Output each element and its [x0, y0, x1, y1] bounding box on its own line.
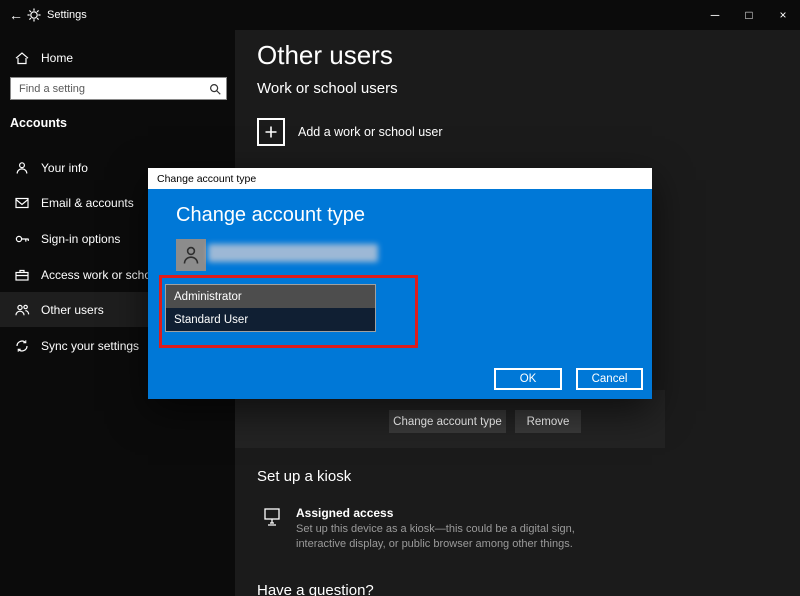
- assigned-access-description: Set up this device as a kiosk—this could…: [296, 522, 614, 552]
- sidebar-item-label: Other users: [41, 303, 104, 317]
- change-account-type-button[interactable]: Change account type: [389, 410, 506, 433]
- remove-label: Remove: [527, 416, 570, 428]
- sidebar-item-home[interactable]: Home: [0, 42, 235, 74]
- ok-label: OK: [520, 373, 537, 385]
- sidebar-item-label: Sync your settings: [41, 339, 139, 353]
- sidebar-item-label: Your info: [41, 161, 88, 175]
- ok-button[interactable]: OK: [494, 368, 562, 390]
- dialog-titlebar-text: Change account type: [157, 173, 256, 185]
- sidebar-item-label: Sign-in options: [41, 232, 120, 246]
- work-school-heading: Work or school users: [257, 80, 398, 97]
- close-icon: ×: [779, 8, 786, 22]
- change-account-type-label: Change account type: [393, 416, 502, 428]
- add-work-school-user-button[interactable]: Add a work or school user: [257, 118, 443, 146]
- back-arrow-icon: ←: [9, 7, 23, 23]
- key-icon: [14, 231, 30, 247]
- dropdown-option-administrator[interactable]: Administrator: [166, 285, 375, 308]
- email-icon: [14, 195, 30, 211]
- assigned-access-title[interactable]: Assigned access: [296, 506, 393, 520]
- close-button[interactable]: ×: [766, 0, 800, 30]
- titlebar: ← Settings ─ □ ×: [0, 0, 800, 30]
- dialog-titlebar: Change account type: [148, 168, 652, 189]
- users-icon: [14, 302, 30, 318]
- minimize-button[interactable]: ─: [698, 0, 732, 30]
- sidebar-item-label: Access work or school: [41, 268, 160, 282]
- minimize-icon: ─: [711, 8, 720, 22]
- gear-icon: [26, 7, 42, 23]
- dialog-heading: Change account type: [176, 204, 365, 227]
- person-card-icon: [14, 160, 30, 176]
- add-user-label: Add a work or school user: [298, 125, 443, 139]
- kiosk-icon: [261, 506, 283, 528]
- sidebar-item-label: Home: [41, 51, 73, 65]
- blurred-username: [208, 244, 378, 262]
- dialog-body: Change account type Administrator Standa…: [148, 189, 652, 399]
- question-heading: Have a question?: [257, 582, 374, 596]
- user-avatar-icon: [176, 239, 206, 271]
- account-type-dropdown: Administrator Standard User: [165, 284, 376, 332]
- page-title: Other users: [257, 40, 393, 71]
- sync-icon: [14, 338, 30, 354]
- maximize-icon: □: [745, 8, 752, 22]
- sidebar-item-label: Email & accounts: [41, 196, 134, 210]
- cancel-button[interactable]: Cancel: [576, 368, 643, 390]
- option-label: Standard User: [174, 314, 248, 326]
- window-title: Settings: [47, 0, 87, 30]
- sidebar-section-accounts: Accounts: [10, 116, 67, 130]
- search-input[interactable]: [11, 83, 204, 95]
- briefcase-icon: [14, 267, 30, 283]
- remove-button[interactable]: Remove: [515, 410, 581, 433]
- back-button[interactable]: ←: [4, 0, 28, 30]
- search-icon[interactable]: [204, 78, 226, 99]
- change-account-type-dialog: Change account type Change account type …: [148, 168, 652, 399]
- plus-icon: [257, 118, 285, 146]
- cancel-label: Cancel: [592, 373, 628, 385]
- kiosk-heading: Set up a kiosk: [257, 468, 351, 485]
- home-icon: [14, 50, 30, 66]
- dropdown-option-standard-user[interactable]: Standard User: [166, 308, 375, 331]
- option-label: Administrator: [174, 291, 242, 303]
- window-controls: ─ □ ×: [698, 0, 800, 30]
- maximize-button[interactable]: □: [732, 0, 766, 30]
- search-box: [10, 77, 227, 100]
